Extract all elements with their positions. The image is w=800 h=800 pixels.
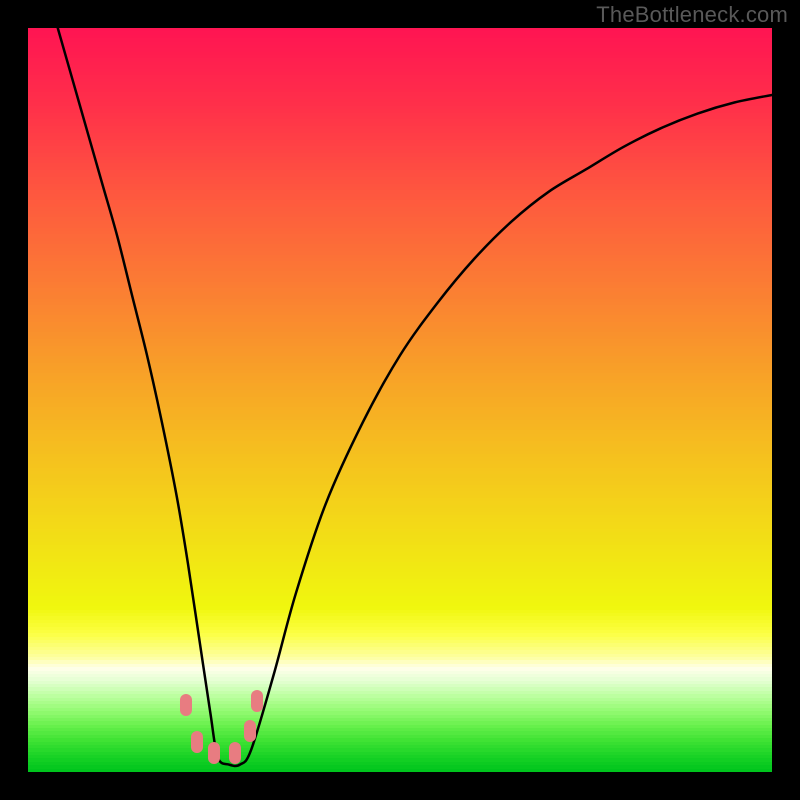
- highlight-marker: [244, 720, 256, 742]
- bottleneck-curve: [58, 28, 772, 766]
- chart-frame: TheBottleneck.com: [0, 0, 800, 800]
- highlight-marker: [251, 690, 263, 712]
- highlight-marker: [191, 731, 203, 753]
- highlight-marker: [208, 742, 220, 764]
- highlight-marker: [180, 694, 192, 716]
- plot-area: [28, 28, 772, 772]
- watermark-text: TheBottleneck.com: [596, 2, 788, 28]
- curve-layer: [28, 28, 772, 772]
- highlight-marker: [229, 742, 241, 764]
